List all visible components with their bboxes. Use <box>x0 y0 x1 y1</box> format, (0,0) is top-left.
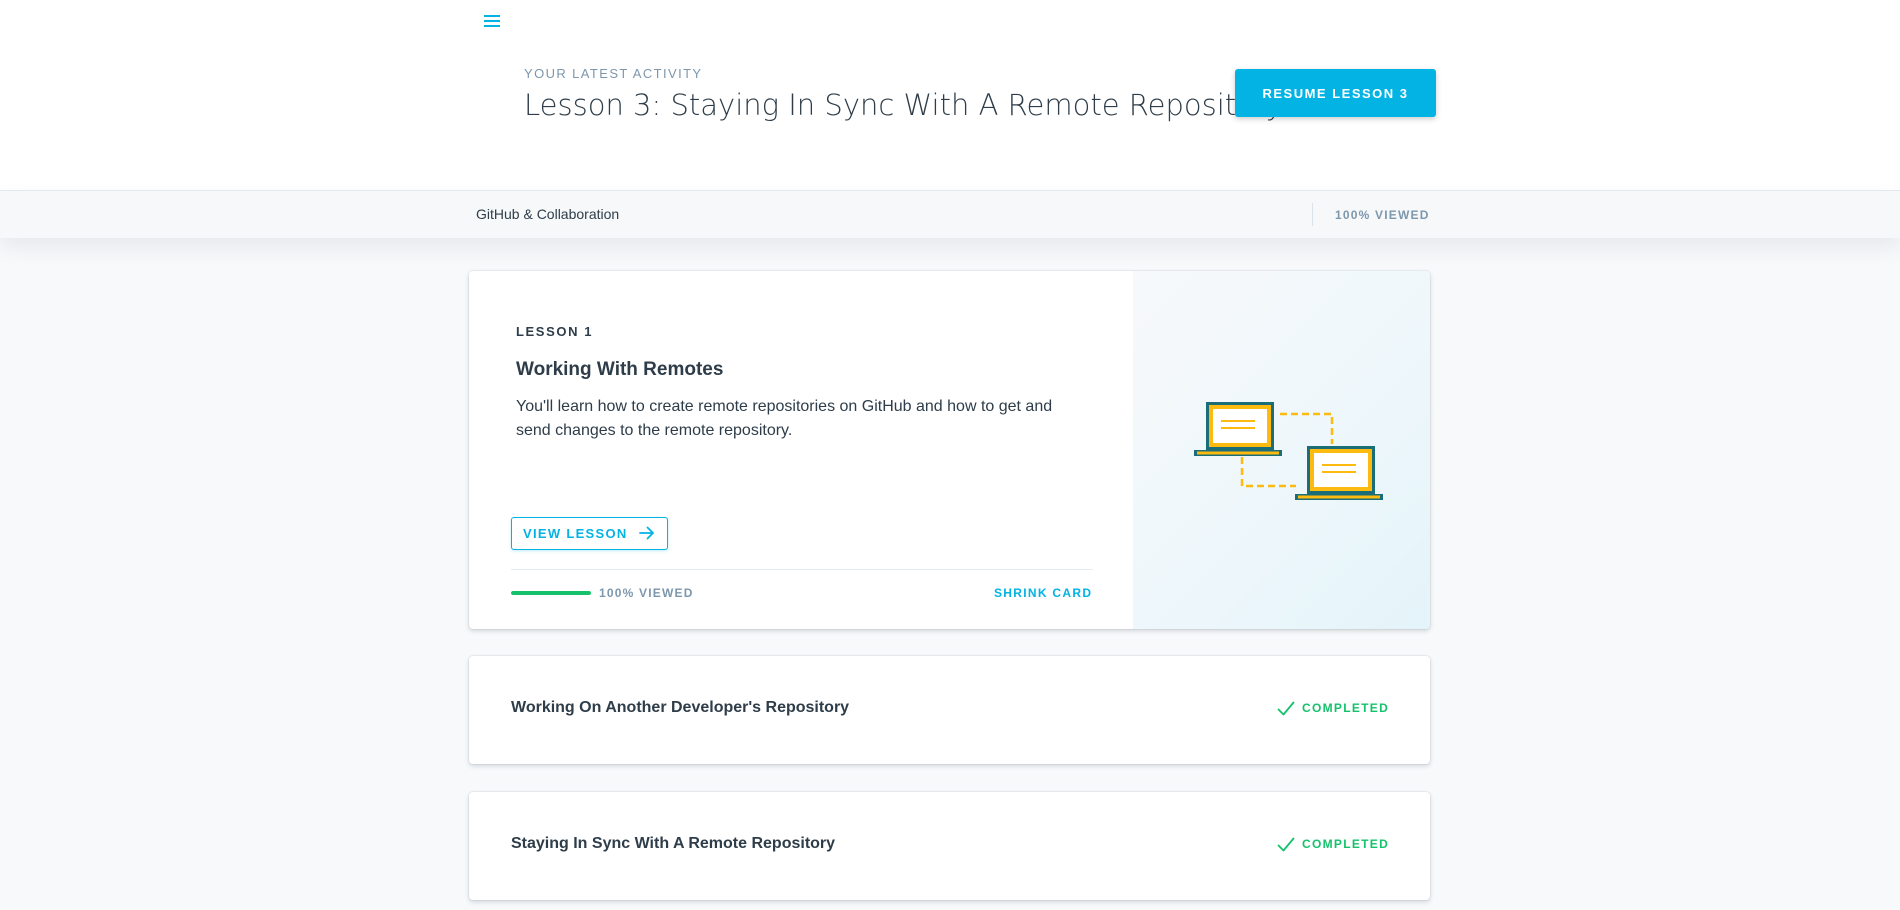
card-divider <box>511 569 1093 570</box>
lesson-card-title: Staying In Sync With A Remote Repository <box>511 835 836 852</box>
two-laptops-sync-illustration <box>1194 402 1383 500</box>
course-name: GitHub & Collaboration <box>476 206 620 222</box>
lesson-card[interactable]: Working On Another Developer's Repositor… <box>469 656 1430 764</box>
lesson-illustration-panel <box>1133 271 1430 629</box>
lesson-card-title: Working On Another Developer's Repositor… <box>511 699 850 716</box>
lesson-progress-bar <box>511 591 591 595</box>
completed-label: COMPLETED <box>1302 701 1390 715</box>
lesson-card-expanded: LESSON 1 Working With Remotes You'll lea… <box>469 271 1430 629</box>
latest-activity-header: YOUR LATEST ACTIVITY Lesson 3: Staying I… <box>0 0 1900 190</box>
view-lesson-button[interactable]: VIEW LESSON <box>511 517 668 550</box>
course-viewed-status: 100% VIEWED <box>1335 208 1430 222</box>
lesson-viewed-status: 100% VIEWED <box>599 586 694 600</box>
latest-activity-title: Lesson 3: Staying In Sync With A Remote … <box>524 88 1283 122</box>
course-subbar: GitHub & Collaboration 100% VIEWED <box>0 190 1900 238</box>
hamburger-icon[interactable] <box>482 12 502 30</box>
subbar-divider <box>1312 203 1313 226</box>
view-lesson-label: VIEW LESSON <box>523 526 628 541</box>
checkmark-icon <box>1277 701 1295 716</box>
lesson-card[interactable]: Staying In Sync With A Remote Repository… <box>469 792 1430 900</box>
resume-lesson-button[interactable]: RESUME LESSON 3 <box>1235 69 1436 117</box>
lesson-number-label: LESSON 1 <box>516 324 594 339</box>
latest-activity-eyebrow: YOUR LATEST ACTIVITY <box>524 66 703 81</box>
completed-label: COMPLETED <box>1302 837 1390 851</box>
lesson-title: Working With Remotes <box>516 359 724 380</box>
lesson-description: You'll learn how to create remote reposi… <box>516 398 1053 439</box>
lesson-progress-fill <box>511 591 591 595</box>
checkmark-icon <box>1277 837 1295 852</box>
arrow-right-icon <box>639 526 654 540</box>
shrink-card-link[interactable]: SHRINK CARD <box>994 586 1092 600</box>
